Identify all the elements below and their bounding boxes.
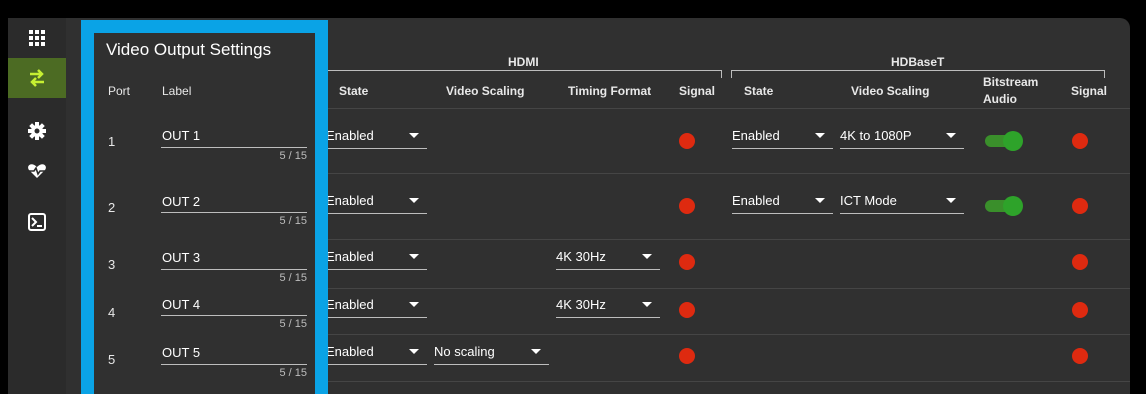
label-underline bbox=[161, 269, 307, 270]
chevron-down-icon bbox=[409, 133, 419, 138]
hdmi-signal-indicator-2 bbox=[679, 198, 695, 214]
label-column-highlight bbox=[81, 20, 328, 394]
label-input-5[interactable]: OUT 5 bbox=[162, 345, 200, 360]
char-counter-4: 5 / 15 bbox=[279, 318, 307, 330]
chevron-down-icon bbox=[815, 133, 825, 138]
hdbt-signal-indicator-3 bbox=[1072, 254, 1088, 270]
hdbt-scaling-select-1[interactable]: 4K to 1080P bbox=[840, 127, 964, 149]
char-counter-2: 5 / 15 bbox=[279, 215, 307, 227]
hdmi-state-select-2[interactable]: Enabled bbox=[326, 192, 427, 214]
bitstream-audio-toggle-1[interactable] bbox=[985, 130, 1023, 151]
col-hdmi-timing-format: Timing Format bbox=[568, 84, 652, 98]
col-hdmi-signal: Signal bbox=[679, 84, 716, 98]
timing-format-select-3[interactable]: 4K 30Hz bbox=[556, 248, 660, 270]
chevron-down-icon bbox=[531, 349, 541, 354]
chevron-down-icon bbox=[815, 198, 825, 203]
hdmi-state-select-5[interactable]: Enabled bbox=[326, 343, 427, 365]
label-underline bbox=[161, 315, 307, 316]
col-hdmi-video-scaling: Video Scaling bbox=[446, 84, 525, 98]
group-hdbaset-bracket bbox=[731, 70, 1105, 78]
label-input-4[interactable]: OUT 4 bbox=[162, 297, 200, 312]
port-number-3: 3 bbox=[108, 257, 116, 272]
chevron-down-icon bbox=[409, 349, 419, 354]
col-hdmi-state: State bbox=[339, 84, 369, 98]
col-hdbt-signal: Signal bbox=[1071, 84, 1108, 98]
label-input-1[interactable]: OUT 1 bbox=[162, 128, 200, 143]
chevron-down-icon bbox=[642, 302, 652, 307]
nav-health[interactable] bbox=[8, 151, 66, 191]
nav-routing[interactable] bbox=[8, 58, 66, 98]
char-counter-1: 5 / 15 bbox=[279, 150, 307, 162]
chevron-down-icon bbox=[409, 254, 419, 259]
nav-console[interactable] bbox=[8, 202, 66, 242]
group-hdbaset: HDBaseT bbox=[891, 55, 945, 69]
nav-apps[interactable] bbox=[8, 18, 66, 58]
col-bitstream-line1: Bitstream bbox=[983, 75, 1039, 89]
col-label: Label bbox=[162, 84, 192, 98]
label-input-3[interactable]: OUT 3 bbox=[162, 250, 200, 265]
char-counter-5: 5 / 15 bbox=[279, 367, 307, 379]
heart-pulse-icon bbox=[28, 164, 46, 178]
swap-arrows-icon bbox=[30, 69, 44, 87]
hdmi-state-select-3[interactable]: Enabled bbox=[326, 248, 427, 270]
group-hdmi-bracket bbox=[314, 70, 722, 78]
chevron-down-icon bbox=[409, 302, 419, 307]
hdmi-signal-indicator-5 bbox=[679, 348, 695, 364]
nav-settings[interactable] bbox=[8, 111, 66, 151]
col-port: Port bbox=[108, 84, 131, 98]
chevron-down-icon bbox=[409, 198, 419, 203]
hdbt-signal-indicator-2 bbox=[1072, 198, 1088, 214]
apps-grid-icon bbox=[29, 30, 45, 46]
label-underline bbox=[161, 364, 307, 365]
page-title: Video Output Settings bbox=[106, 40, 272, 59]
sidebar bbox=[8, 18, 66, 394]
port-number-5: 5 bbox=[108, 352, 116, 367]
label-underline bbox=[161, 212, 307, 213]
hdbt-signal-indicator-5 bbox=[1072, 348, 1088, 364]
port-number-1: 1 bbox=[108, 134, 116, 149]
col-hdbt-state: State bbox=[744, 84, 774, 98]
chevron-down-icon bbox=[946, 198, 956, 203]
terminal-icon bbox=[28, 213, 46, 231]
hdbt-state-select-1[interactable]: Enabled bbox=[732, 127, 833, 149]
hdmi-signal-indicator-1 bbox=[679, 133, 695, 149]
hdbt-signal-indicator-4 bbox=[1072, 302, 1088, 318]
chevron-down-icon bbox=[946, 133, 956, 138]
label-input-2[interactable]: OUT 2 bbox=[162, 194, 200, 209]
hdmi-scaling-select-5[interactable]: No scaling bbox=[434, 343, 549, 365]
bitstream-audio-toggle-2[interactable] bbox=[985, 195, 1023, 216]
group-hdmi: HDMI bbox=[508, 55, 539, 69]
hdmi-state-select-1[interactable]: Enabled bbox=[326, 127, 427, 149]
hdmi-signal-indicator-4 bbox=[679, 302, 695, 318]
hdbt-signal-indicator-1 bbox=[1072, 133, 1088, 149]
hdbt-scaling-select-2[interactable]: ICT Mode bbox=[840, 192, 964, 214]
chevron-down-icon bbox=[642, 254, 652, 259]
port-number-4: 4 bbox=[108, 305, 116, 320]
col-hdbt-video-scaling: Video Scaling bbox=[851, 84, 930, 98]
hdbt-state-select-2[interactable]: Enabled bbox=[732, 192, 833, 214]
timing-format-select-4[interactable]: 4K 30Hz bbox=[556, 296, 660, 318]
hdmi-signal-indicator-3 bbox=[679, 254, 695, 270]
gear-icon bbox=[28, 122, 46, 140]
app-frame: HDMI HDBaseT State Video Scaling Timing … bbox=[0, 0, 1146, 394]
col-bitstream-line2: Audio bbox=[983, 92, 1017, 106]
hdmi-state-select-4[interactable]: Enabled bbox=[326, 296, 427, 318]
port-number-2: 2 bbox=[108, 200, 116, 215]
char-counter-3: 5 / 15 bbox=[279, 272, 307, 284]
label-underline bbox=[161, 147, 307, 148]
